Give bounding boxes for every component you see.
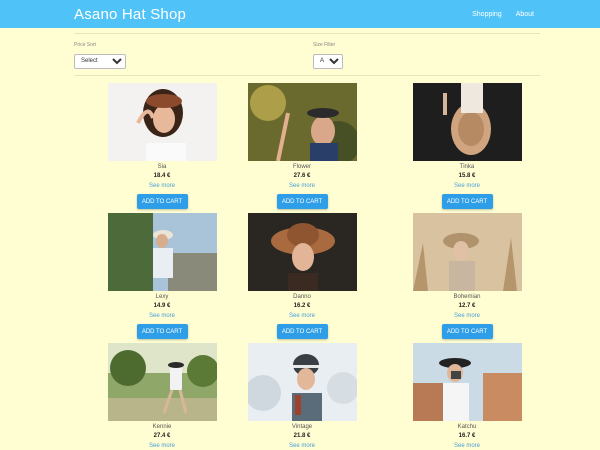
product-photo-sia: [107, 83, 217, 161]
see-more-link[interactable]: See more: [454, 313, 480, 320]
product-card: Sia 18.4 € See more ADD TO CART: [102, 83, 222, 209]
product-photo-flower: [247, 83, 357, 161]
price-sort-label: Price Sort: [74, 42, 96, 48]
product-card: Katchu 16.7 € See more: [407, 343, 527, 450]
product-image[interactable]: [107, 213, 217, 291]
see-more-link[interactable]: See more: [289, 443, 315, 450]
product-price: 16.7 €: [458, 433, 476, 439]
product-card: Flower 27.6 € See more ADD TO CART: [242, 83, 362, 209]
product-card: Lexy 14.9 € See more ADD TO CART: [102, 213, 222, 339]
add-to-cart-button[interactable]: ADD TO CART: [441, 324, 493, 339]
size-filter-select[interactable]: ALL: [313, 53, 343, 69]
product-card: Danno 16.2 € See more ADD TO CART: [242, 213, 362, 339]
see-more-link[interactable]: See more: [289, 183, 315, 190]
product-image[interactable]: [412, 343, 522, 421]
see-more-link[interactable]: See more: [454, 183, 480, 190]
product-image[interactable]: [107, 83, 217, 161]
see-more-link[interactable]: See more: [149, 183, 175, 190]
product-name: Flower: [292, 164, 311, 170]
product-card: Tinka 15.8 € See more ADD TO CART: [407, 83, 527, 209]
size-filter: Size Filter ALL: [313, 42, 343, 69]
product-price: 18.4 €: [153, 173, 171, 179]
add-to-cart-button[interactable]: ADD TO CART: [136, 324, 188, 339]
product-name: Sia: [157, 164, 167, 170]
divider-filters: [74, 75, 540, 76]
see-more-link[interactable]: See more: [289, 313, 315, 320]
add-to-cart-button[interactable]: ADD TO CART: [441, 194, 493, 209]
product-name: Danno: [293, 294, 311, 300]
product-name: Katchu: [457, 424, 477, 430]
size-filter-label: Size Filter: [313, 42, 336, 48]
see-more-link[interactable]: See more: [149, 443, 175, 450]
product-price: 12.7 €: [458, 303, 476, 309]
divider-top: [74, 33, 540, 34]
product-photo-lexy: [107, 213, 217, 291]
product-price: 21.8 €: [293, 433, 311, 439]
product-photo-tinka: [412, 83, 522, 161]
product-price: 16.2 €: [293, 303, 311, 309]
product-image[interactable]: [412, 213, 522, 291]
product-name: Tinka: [459, 164, 475, 170]
nav-links: Shopping About: [472, 11, 534, 18]
product-name: Vintage: [291, 424, 313, 430]
product-card: Vintage 21.8 € See more: [242, 343, 362, 450]
see-more-link[interactable]: See more: [149, 313, 175, 320]
product-name: Lexy: [155, 294, 169, 300]
product-image[interactable]: [247, 213, 357, 291]
product-price: 27.4 €: [153, 433, 171, 439]
product-price: 27.6 €: [293, 173, 311, 179]
product-card: Kennie 27.4 € See more: [102, 343, 222, 450]
add-to-cart-button[interactable]: ADD TO CART: [276, 194, 328, 209]
product-image[interactable]: [247, 343, 357, 421]
add-to-cart-button[interactable]: ADD TO CART: [276, 324, 328, 339]
price-sort-select[interactable]: Select: [74, 53, 126, 69]
product-photo-kennie: [107, 343, 217, 421]
product-name: Kennie: [152, 424, 172, 430]
add-to-cart-button[interactable]: ADD TO CART: [136, 194, 188, 209]
product-card: Bohemian 12.7 € See more ADD TO CART: [407, 213, 527, 339]
top-navbar: Asano Hat Shop Shopping About: [0, 0, 600, 28]
price-sort-filter: Price Sort Select: [74, 42, 126, 69]
product-image[interactable]: [412, 83, 522, 161]
product-price: 15.8 €: [458, 173, 476, 179]
product-photo-katchu: [412, 343, 522, 421]
product-photo-bohemian: [412, 213, 522, 291]
nav-link-about[interactable]: About: [516, 11, 534, 18]
product-name: Bohemian: [453, 294, 481, 300]
product-photo-vintage: [247, 343, 357, 421]
product-photo-danno: [247, 213, 357, 291]
see-more-link[interactable]: See more: [454, 443, 480, 450]
product-image[interactable]: [247, 83, 357, 161]
product-price: 14.9 €: [153, 303, 171, 309]
product-image[interactable]: [107, 343, 217, 421]
brand-title[interactable]: Asano Hat Shop: [74, 6, 186, 23]
nav-link-shopping[interactable]: Shopping: [472, 11, 502, 18]
